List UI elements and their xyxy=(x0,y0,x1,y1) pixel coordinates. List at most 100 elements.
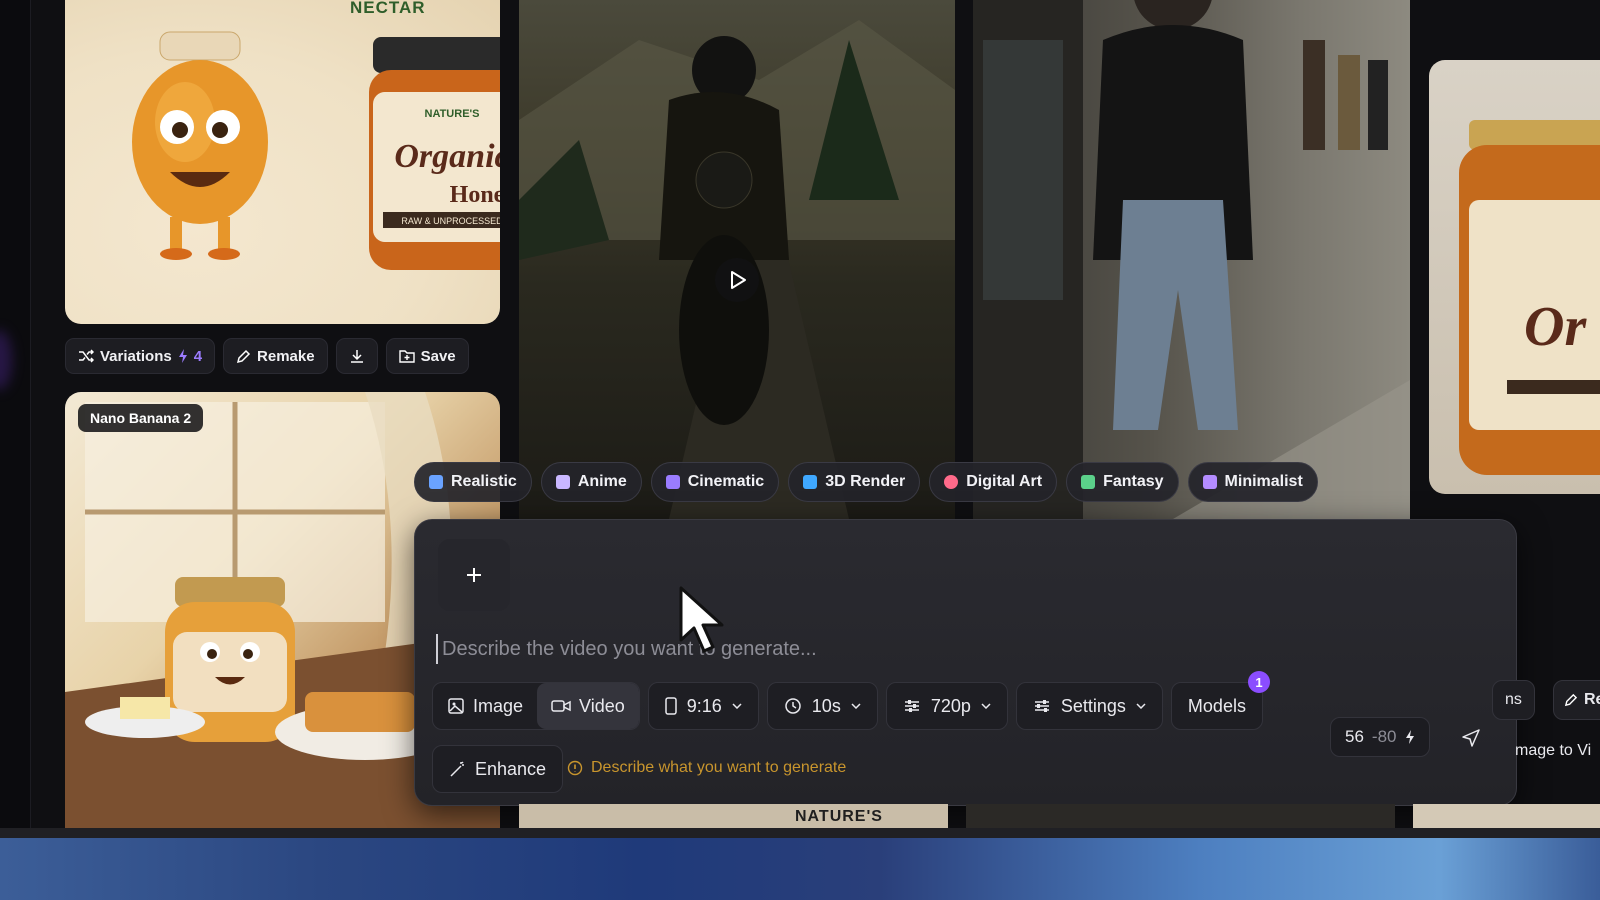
svg-text:NATURE'S: NATURE'S xyxy=(425,108,480,120)
resolution-value: 720p xyxy=(930,695,971,716)
style-chip-3d-render[interactable]: 3D Render xyxy=(788,462,921,502)
video-camera-icon xyxy=(551,700,571,712)
portrait-icon xyxy=(665,697,677,715)
duration-select[interactable]: 10s xyxy=(766,682,878,730)
partial-jar-illustration: Or xyxy=(1459,120,1600,475)
credit-cost: -80 xyxy=(1371,727,1397,746)
magic-wand-icon xyxy=(450,761,464,777)
bottom-card[interactable] xyxy=(519,804,948,828)
save-label: Save xyxy=(420,347,456,365)
mode-video-button[interactable]: Video xyxy=(537,683,639,729)
settings-label: Settings xyxy=(1060,695,1126,716)
style-chip-cinematic[interactable]: Cinematic xyxy=(650,462,780,502)
chip-label: 3D Render xyxy=(825,473,906,490)
svg-text:Honey: Honey xyxy=(450,182,500,208)
style-chip-fantasy[interactable]: Fantasy xyxy=(1066,462,1179,502)
download-icon xyxy=(350,350,363,363)
chevron-down-icon xyxy=(851,703,861,709)
settings-sliders-icon xyxy=(1034,700,1049,712)
pencil-icon xyxy=(1564,693,1578,707)
enhance-label: Enhance xyxy=(475,758,547,779)
wand-icon xyxy=(1081,475,1096,489)
aspect-ratio-select[interactable]: 9:16 xyxy=(647,682,759,730)
remake-label: Remake xyxy=(257,347,315,365)
organic-honey-jar-illustration: NATURE'S Organic Honey RAW & UNPROCESSED xyxy=(369,37,500,270)
cartoon-jar-illustration xyxy=(132,31,268,260)
gallery-card-street-walk[interactable] xyxy=(973,0,1410,519)
credits-value: 56 xyxy=(1345,727,1364,746)
svg-text:Or: Or xyxy=(1524,296,1587,358)
sliders-icon xyxy=(904,700,919,712)
credits-indicator: 56 -80 xyxy=(1330,717,1430,757)
chip-label: Digital Art xyxy=(966,473,1043,490)
play-button[interactable] xyxy=(715,258,759,302)
settings-select[interactable]: Settings xyxy=(1015,682,1163,730)
clock-icon xyxy=(785,698,801,714)
partial-remake-button[interactable]: Re xyxy=(1553,680,1600,720)
prompt-input[interactable] xyxy=(436,634,1244,664)
style-chip-digital-art[interactable]: Digital Art xyxy=(929,462,1058,502)
prompt-hint: Describe what you want to generate xyxy=(567,759,846,777)
palette-icon xyxy=(944,475,959,489)
model-badge: Nano Banana 2 xyxy=(78,404,204,432)
send-button[interactable] xyxy=(1451,718,1491,758)
left-rail xyxy=(0,0,31,830)
partial-control-a[interactable]: ns xyxy=(1492,680,1535,720)
bottom-card[interactable] xyxy=(1413,804,1600,828)
square-icon xyxy=(1202,475,1217,489)
remake-button[interactable]: Remake xyxy=(223,338,328,374)
chip-label: Fantasy xyxy=(1103,473,1164,490)
mode-image-button[interactable]: Image xyxy=(433,683,537,729)
style-chip-minimalist[interactable]: Minimalist xyxy=(1187,462,1318,502)
add-attachment-button[interactable] xyxy=(438,539,510,611)
save-button[interactable]: Save xyxy=(385,338,469,374)
svg-text:Organic: Organic xyxy=(394,138,500,175)
composer-controls: Image Video 9:16 10s 720p Settings Model… xyxy=(432,671,1270,730)
card-brand-text: NECTAR xyxy=(350,0,426,17)
models-button[interactable]: Models 1 xyxy=(1170,671,1270,730)
duration-value: 10s xyxy=(811,695,841,716)
shuffle-icon xyxy=(79,349,94,363)
camera-icon xyxy=(429,475,443,489)
variations-label: Variations xyxy=(100,347,172,365)
bottom-card[interactable] xyxy=(965,804,1396,828)
image-icon xyxy=(448,698,464,714)
chevron-down-icon xyxy=(981,703,991,709)
download-button[interactable] xyxy=(335,338,378,374)
style-chip-realistic[interactable]: Realistic xyxy=(414,462,532,502)
bolt-icon xyxy=(1405,730,1414,744)
chip-label: Cinematic xyxy=(687,473,765,490)
clapperboard-icon xyxy=(665,475,680,489)
cube-icon xyxy=(803,475,818,489)
chip-label: Anime xyxy=(577,473,627,490)
mode-video-label: Video xyxy=(579,695,625,716)
variations-button[interactable]: Variations 4 xyxy=(65,338,216,374)
mode-image-label: Image xyxy=(473,695,524,716)
gallery-card-honey-jar-partial[interactable]: Or xyxy=(1429,60,1600,494)
mask-icon xyxy=(555,475,570,489)
hint-text: Describe what you want to generate xyxy=(591,759,847,776)
enhance-button[interactable]: Enhance xyxy=(432,745,564,793)
gallery-card-honey-jars[interactable]: NECTAR NATURE'S Organic Honey RAW & UNPR… xyxy=(65,0,500,324)
svg-text:RAW & UNPROCESSED: RAW & UNPROCESSED xyxy=(401,216,500,226)
card-action-bar: Variations 4 Remake Save xyxy=(65,338,469,374)
chevron-down-icon xyxy=(1136,703,1146,709)
plus-icon xyxy=(467,568,481,582)
bottom-brand-text: NATURE'S xyxy=(795,808,883,825)
resolution-select[interactable]: 720p xyxy=(885,682,1008,730)
partial-label-b: Re xyxy=(1584,691,1600,708)
variations-count: 4 xyxy=(193,347,203,365)
models-count-badge: 1 xyxy=(1247,671,1270,693)
folder-plus-icon xyxy=(398,350,415,363)
pencil-icon xyxy=(237,349,251,363)
mode-toggle: Image Video xyxy=(432,682,640,730)
send-icon xyxy=(1462,729,1480,747)
partial-label-image-to-video[interactable]: mage to Vi xyxy=(1515,742,1591,760)
screen-bezel xyxy=(0,828,1600,838)
partial-label-a: ns xyxy=(1505,691,1522,708)
aspect-value: 9:16 xyxy=(686,695,722,716)
style-chip-anime[interactable]: Anime xyxy=(540,462,642,502)
play-icon xyxy=(731,271,746,289)
chip-label: Realistic xyxy=(451,473,517,490)
style-chips: Realistic Anime Cinematic 3D Render Digi… xyxy=(414,462,1318,502)
